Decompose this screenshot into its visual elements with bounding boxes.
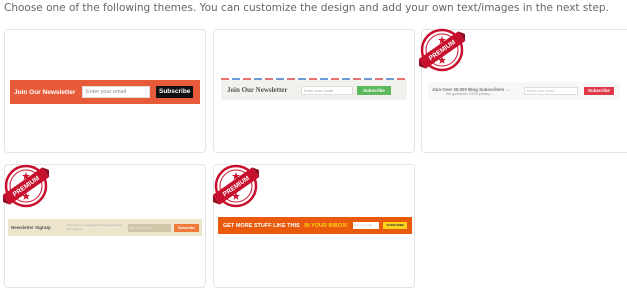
premium-badge-icon: PREMIUM: [0, 162, 54, 210]
newsletter-bar-preview: Newsletter SignUp Subscribe to our maili…: [8, 219, 202, 236]
email-field-preview: Enter your email: [524, 87, 578, 95]
theme-card-1[interactable]: Join Our Newsletter Enter your email Sub…: [4, 29, 206, 153]
premium-badge-icon: PREMIUM: [414, 26, 470, 74]
newsletter-label: Join Our Newsletter: [227, 86, 288, 94]
premium-badge-icon: PREMIUM: [208, 162, 264, 210]
newsletter-label: Join Our Newsletter: [14, 88, 76, 96]
subscribe-button-preview: SUBSCRIBE: [383, 222, 407, 229]
newsletter-description: Subscribe to our mailing list to get int…: [66, 223, 122, 231]
newsletter-bar-preview: Join Our Newsletter Enter your email Sub…: [10, 80, 200, 104]
subscribe-button-preview: Subscribe: [357, 85, 391, 95]
newsletter-bar-preview: Join Our Newsletter Enter your email Sub…: [221, 78, 407, 100]
subscribe-button-preview: Subscribe: [174, 223, 199, 232]
newsletter-bar-preview: Join Over 20,000 Blog Subscribers → We g…: [428, 82, 620, 100]
email-field-preview: Enter your email: [127, 223, 172, 232]
privacy-note: We guarantee 100% privacy...: [446, 91, 493, 96]
theme-card-2[interactable]: Join Our Newsletter Enter your email Sub…: [213, 29, 415, 153]
instruction-text: Choose one of the following themes. You …: [4, 2, 609, 14]
email-field-preview: Enter your email: [301, 85, 353, 95]
newsletter-label: Newsletter SignUp: [11, 225, 51, 230]
email-field-preview: Enter your email: [82, 86, 150, 98]
newsletter-bar-preview: GET MORE STUFF LIKE THIS IN YOUR INBOX! …: [218, 217, 412, 234]
subscribe-button-preview: Subscribe: [156, 86, 194, 98]
email-field-preview: Enter your email: [352, 222, 380, 229]
newsletter-highlight: IN YOUR INBOX!: [304, 222, 348, 229]
airmail-stripe: [221, 78, 407, 80]
newsletter-label: GET MORE STUFF LIKE THIS: [223, 222, 300, 229]
subscribe-button-preview: Subscribe: [584, 87, 614, 95]
